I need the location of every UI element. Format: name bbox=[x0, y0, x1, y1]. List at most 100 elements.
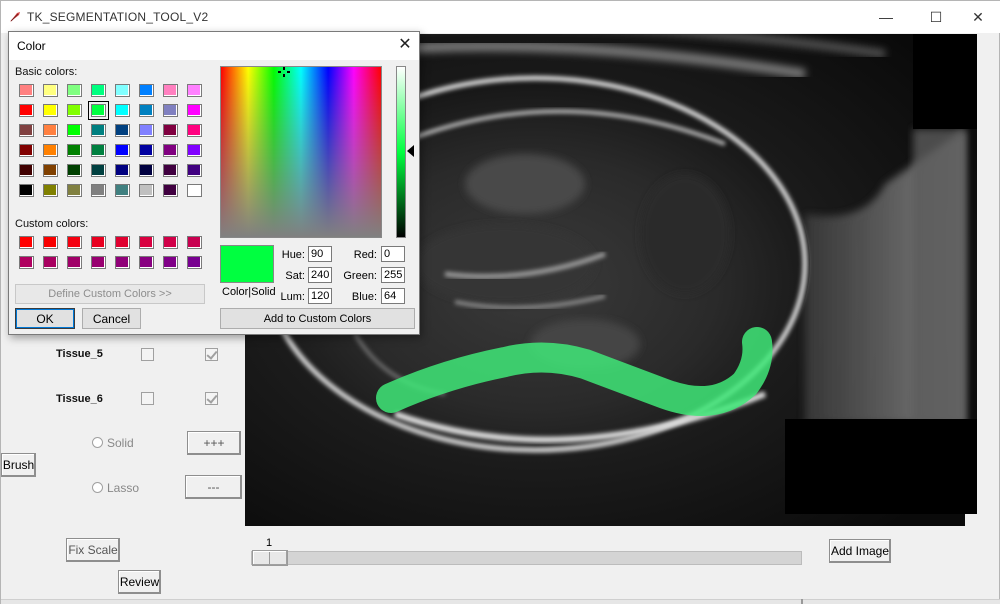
custom-color-swatch[interactable] bbox=[187, 256, 202, 269]
custom-color-swatch[interactable] bbox=[19, 256, 34, 269]
brush-button[interactable]: Brush bbox=[1, 453, 36, 477]
custom-color-swatch[interactable] bbox=[67, 236, 82, 249]
luminosity-arrow-icon[interactable] bbox=[407, 145, 414, 157]
color-spectrum[interactable] bbox=[220, 66, 382, 238]
custom-color-swatch[interactable] bbox=[67, 256, 82, 269]
solid-radio-label: Solid bbox=[107, 436, 134, 450]
fix-scale-button[interactable]: Fix Scale bbox=[66, 538, 120, 562]
solid-radio[interactable] bbox=[92, 437, 103, 448]
basic-color-swatch[interactable] bbox=[163, 84, 178, 97]
basic-color-swatch[interactable] bbox=[91, 84, 106, 97]
custom-color-swatch[interactable] bbox=[115, 236, 130, 249]
basic-color-swatch[interactable] bbox=[115, 164, 130, 177]
blue-field[interactable]: 64 bbox=[381, 288, 405, 304]
basic-color-swatch[interactable] bbox=[67, 104, 82, 117]
add-to-custom-colors-button[interactable]: Add to Custom Colors bbox=[220, 308, 415, 329]
basic-color-swatch[interactable] bbox=[19, 104, 34, 117]
basic-color-swatch[interactable] bbox=[163, 104, 178, 117]
close-icon[interactable]: ✕ bbox=[397, 37, 413, 53]
red-field[interactable]: 0 bbox=[381, 246, 405, 262]
close-window-button[interactable]: ✕ bbox=[955, 1, 1000, 33]
basic-color-swatch[interactable] bbox=[115, 104, 130, 117]
cancel-button[interactable]: Cancel bbox=[82, 308, 141, 329]
basic-color-swatch[interactable] bbox=[19, 144, 34, 157]
basic-color-swatch[interactable] bbox=[139, 184, 154, 197]
lasso-radio[interactable] bbox=[92, 482, 103, 493]
basic-color-swatch[interactable] bbox=[91, 144, 106, 157]
review-button[interactable]: Review bbox=[118, 570, 161, 594]
basic-color-swatch[interactable] bbox=[139, 164, 154, 177]
basic-color-swatch[interactable] bbox=[115, 144, 130, 157]
basic-color-swatch[interactable] bbox=[139, 124, 154, 137]
add-image-button[interactable]: Add Image bbox=[829, 539, 891, 563]
basic-color-swatch[interactable] bbox=[115, 184, 130, 197]
basic-color-swatch[interactable] bbox=[163, 184, 178, 197]
basic-color-swatch[interactable] bbox=[139, 104, 154, 117]
basic-color-swatch[interactable] bbox=[187, 144, 202, 157]
basic-color-swatch[interactable] bbox=[163, 164, 178, 177]
custom-color-swatch[interactable] bbox=[43, 256, 58, 269]
hue-field[interactable]: 90 bbox=[308, 246, 332, 262]
basic-color-swatch[interactable] bbox=[163, 124, 178, 137]
basic-color-swatch[interactable] bbox=[187, 104, 202, 117]
image-slider-track[interactable] bbox=[251, 551, 802, 565]
tissue-6-checkbox-a[interactable] bbox=[141, 392, 154, 405]
maximize-button[interactable]: ☐ bbox=[913, 1, 959, 33]
basic-color-swatch[interactable] bbox=[91, 184, 106, 197]
custom-color-swatch[interactable] bbox=[91, 256, 106, 269]
lum-field[interactable]: 120 bbox=[308, 288, 332, 304]
custom-color-swatch[interactable] bbox=[115, 256, 130, 269]
basic-color-swatch[interactable] bbox=[67, 84, 82, 97]
basic-color-swatch[interactable] bbox=[91, 124, 106, 137]
custom-color-swatch[interactable] bbox=[139, 236, 154, 249]
basic-color-swatch[interactable] bbox=[43, 184, 58, 197]
color-dialog-titlebar[interactable]: Color ✕ bbox=[9, 32, 419, 60]
basic-color-swatch[interactable] bbox=[115, 84, 130, 97]
custom-color-swatch[interactable] bbox=[139, 256, 154, 269]
basic-color-swatch[interactable] bbox=[19, 124, 34, 137]
green-field[interactable]: 255 bbox=[381, 267, 405, 283]
tissue-6-checkbox-b[interactable] bbox=[205, 392, 218, 405]
basic-color-swatch[interactable] bbox=[139, 84, 154, 97]
basic-color-swatch[interactable] bbox=[187, 124, 202, 137]
basic-color-swatch[interactable] bbox=[19, 84, 34, 97]
basic-color-swatch[interactable] bbox=[115, 124, 130, 137]
basic-color-swatch[interactable] bbox=[67, 164, 82, 177]
increase-brush-button[interactable]: +++ bbox=[187, 431, 241, 455]
tissue-5-checkbox-b[interactable] bbox=[205, 348, 218, 361]
basic-color-swatch[interactable] bbox=[187, 184, 202, 197]
custom-color-swatch[interactable] bbox=[163, 236, 178, 249]
image-slider-thumb[interactable] bbox=[252, 550, 288, 566]
custom-color-swatch[interactable] bbox=[91, 236, 106, 249]
basic-color-swatch[interactable] bbox=[43, 104, 58, 117]
basic-color-swatch[interactable] bbox=[67, 144, 82, 157]
decrease-brush-button[interactable]: --- bbox=[185, 475, 242, 499]
ok-button[interactable]: OK bbox=[15, 308, 75, 329]
basic-color-swatch[interactable] bbox=[67, 184, 82, 197]
title-bar[interactable]: TK_SEGMENTATION_TOOL_V2 — ☐ ✕ bbox=[1, 1, 1000, 33]
basic-color-swatch[interactable] bbox=[88, 101, 109, 120]
basic-color-swatch[interactable] bbox=[43, 164, 58, 177]
basic-color-swatch[interactable] bbox=[43, 84, 58, 97]
luminosity-bar[interactable] bbox=[396, 66, 406, 238]
custom-color-swatch[interactable] bbox=[187, 236, 202, 249]
sat-field[interactable]: 240 bbox=[308, 267, 332, 283]
basic-color-swatch[interactable] bbox=[67, 124, 82, 137]
basic-color-swatch[interactable] bbox=[187, 164, 202, 177]
define-custom-colors-button[interactable]: Define Custom Colors >> bbox=[15, 284, 205, 304]
basic-color-swatch[interactable] bbox=[187, 84, 202, 97]
custom-color-swatch[interactable] bbox=[163, 256, 178, 269]
basic-color-swatch[interactable] bbox=[139, 144, 154, 157]
custom-color-swatch[interactable] bbox=[19, 236, 34, 249]
basic-color-swatch[interactable] bbox=[43, 124, 58, 137]
minimize-button[interactable]: — bbox=[863, 1, 909, 33]
basic-color-swatch[interactable] bbox=[19, 164, 34, 177]
slider-value: 1 bbox=[266, 537, 273, 549]
basic-color-swatch[interactable] bbox=[91, 164, 106, 177]
tissue-6-label: Tissue_6 bbox=[56, 393, 103, 405]
custom-color-swatch[interactable] bbox=[43, 236, 58, 249]
basic-color-swatch[interactable] bbox=[43, 144, 58, 157]
basic-color-swatch[interactable] bbox=[163, 144, 178, 157]
basic-color-swatch[interactable] bbox=[19, 184, 34, 197]
tissue-5-checkbox-a[interactable] bbox=[141, 348, 154, 361]
